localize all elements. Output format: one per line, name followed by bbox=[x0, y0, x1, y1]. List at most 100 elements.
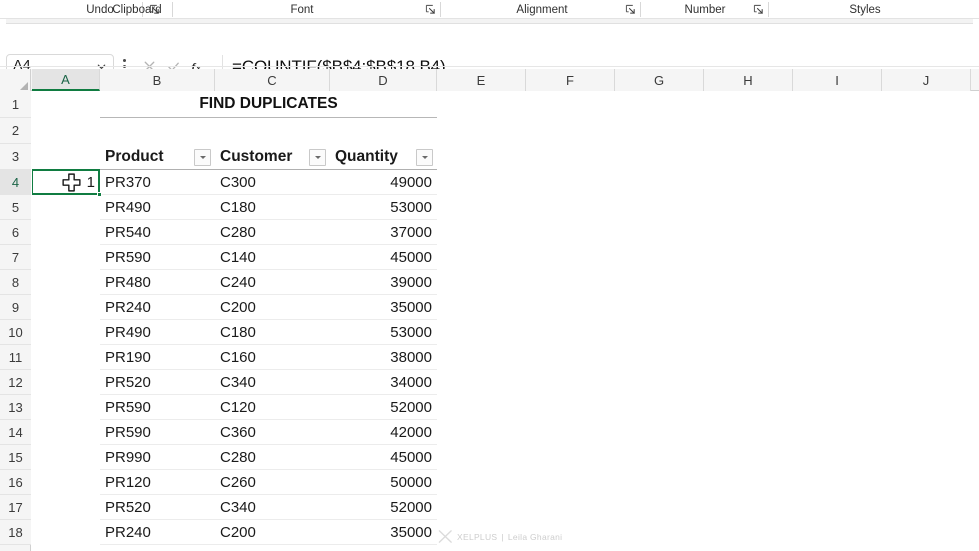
product-cell[interactable]: PR490 bbox=[100, 320, 215, 345]
xelplus-x-logo-icon bbox=[438, 530, 452, 543]
customer-cell[interactable]: C280 bbox=[215, 220, 330, 245]
quantity-cell[interactable]: 39000 bbox=[330, 270, 437, 295]
dialog-launcher-icon[interactable] bbox=[149, 4, 160, 15]
row-header-2[interactable]: 2 bbox=[0, 118, 31, 144]
dialog-launcher-icon[interactable] bbox=[753, 4, 764, 15]
fill-handle[interactable] bbox=[97, 192, 102, 197]
row-header-16[interactable]: 16 bbox=[0, 470, 31, 495]
column-header-J[interactable]: J bbox=[882, 69, 971, 91]
table-header-cell: Product bbox=[105, 148, 164, 165]
column-header-H[interactable]: H bbox=[704, 69, 793, 91]
customer-cell[interactable]: C180 bbox=[215, 320, 330, 345]
quantity-cell[interactable]: 45000 bbox=[330, 245, 437, 270]
quantity-cell[interactable]: 38000 bbox=[330, 345, 437, 370]
quantity-cell[interactable]: 53000 bbox=[330, 195, 437, 220]
customer-cell[interactable]: C260 bbox=[215, 470, 330, 495]
column-header-A[interactable]: A bbox=[32, 69, 100, 91]
quantity-cell[interactable]: 37000 bbox=[330, 220, 437, 245]
row-header-label: 10 bbox=[8, 324, 23, 340]
customer-cell[interactable]: C200 bbox=[215, 295, 330, 320]
quantity-cell[interactable]: 45000 bbox=[330, 445, 437, 470]
selected-cell-outline[interactable] bbox=[32, 169, 100, 195]
row-header-13[interactable]: 13 bbox=[0, 395, 31, 420]
quantity-cell[interactable]: 35000 bbox=[330, 520, 437, 545]
row-header-6[interactable]: 6 bbox=[0, 220, 31, 245]
customer-cell[interactable]: C120 bbox=[215, 395, 330, 420]
product-cell[interactable]: PR240 bbox=[100, 295, 215, 320]
row-header-5[interactable]: 5 bbox=[0, 195, 31, 220]
product-cell[interactable]: PR190 bbox=[100, 345, 215, 370]
sheet-surface[interactable]: FIND DUPLICATES Product Customer Quantity 1 P… bbox=[32, 91, 979, 551]
quantity-cell[interactable]: 42000 bbox=[330, 420, 437, 445]
column-header-D[interactable]: D bbox=[330, 69, 437, 91]
row-header-3[interactable]: 3 bbox=[0, 144, 31, 170]
table-header-cell: Quantity bbox=[335, 148, 398, 165]
customer-cell[interactable]: C280 bbox=[215, 445, 330, 470]
column-header-F[interactable]: F bbox=[526, 69, 615, 91]
column-header-label: D bbox=[378, 72, 388, 88]
product-cell[interactable]: PR490 bbox=[100, 195, 215, 220]
quantity-cell[interactable]: 49000 bbox=[330, 170, 437, 195]
customer-cell[interactable]: C180 bbox=[215, 195, 330, 220]
customer-cell[interactable]: C140 bbox=[215, 245, 330, 270]
column-header-label: F bbox=[566, 72, 574, 88]
product-cell[interactable]: PR370 bbox=[100, 170, 215, 195]
product-cell[interactable]: PR590 bbox=[100, 395, 215, 420]
row-header-12[interactable]: 12 bbox=[0, 370, 31, 395]
filter-dropdown-icon[interactable] bbox=[194, 148, 211, 166]
quantity-cell[interactable]: 53000 bbox=[330, 320, 437, 345]
column-header-I[interactable]: I bbox=[793, 69, 882, 91]
customer-cell[interactable]: C200 bbox=[215, 520, 330, 545]
row-header-14[interactable]: 14 bbox=[0, 420, 31, 445]
row-header-7[interactable]: 7 bbox=[0, 245, 31, 270]
quantity-cell[interactable]: 50000 bbox=[330, 470, 437, 495]
quantity-cell[interactable]: 52000 bbox=[330, 495, 437, 520]
product-cell[interactable]: PR590 bbox=[100, 245, 215, 270]
filter-dropdown-icon[interactable] bbox=[309, 148, 326, 166]
product-cell[interactable]: PR590 bbox=[100, 420, 215, 445]
dialog-launcher-icon[interactable] bbox=[425, 4, 436, 15]
table-row-rule bbox=[100, 544, 437, 545]
customer-cell[interactable]: C300 bbox=[215, 170, 330, 195]
row-header-18[interactable]: 18 bbox=[0, 520, 31, 545]
product-cell[interactable]: PR520 bbox=[100, 370, 215, 395]
column-header-C[interactable]: C bbox=[215, 69, 330, 91]
row-header-15[interactable]: 15 bbox=[0, 445, 31, 470]
product-cell[interactable]: PR120 bbox=[100, 470, 215, 495]
column-header-B[interactable]: B bbox=[100, 69, 215, 91]
customer-cell[interactable]: C240 bbox=[215, 270, 330, 295]
product-cell[interactable]: PR520 bbox=[100, 495, 215, 520]
quantity-cell[interactable]: 35000 bbox=[330, 295, 437, 320]
row-header-8[interactable]: 8 bbox=[0, 270, 31, 295]
row-header-11[interactable]: 11 bbox=[0, 345, 31, 370]
sheet-title: FIND DUPLICATES bbox=[100, 91, 437, 118]
filter-dropdown-icon[interactable] bbox=[416, 148, 433, 166]
select-all-corner[interactable] bbox=[0, 69, 31, 91]
column-header-G[interactable]: G bbox=[615, 69, 704, 91]
watermark-separator: | bbox=[501, 531, 504, 542]
customer-cell[interactable]: C340 bbox=[215, 495, 330, 520]
row-header-10[interactable]: 10 bbox=[0, 320, 31, 345]
ribbon-group-font: Font bbox=[222, 0, 382, 19]
column-header-E[interactable]: E bbox=[437, 69, 526, 91]
quantity-cell[interactable]: 34000 bbox=[330, 370, 437, 395]
dialog-launcher-icon[interactable] bbox=[625, 4, 636, 15]
product-cell[interactable]: PR990 bbox=[100, 445, 215, 470]
row-header-label: 7 bbox=[11, 249, 20, 265]
row-header-label: 11 bbox=[8, 349, 23, 365]
quantity-cell[interactable]: 52000 bbox=[330, 395, 437, 420]
product-cell[interactable]: PR540 bbox=[100, 220, 215, 245]
ribbon-groups: Undo Clipboard Font Alignment Number Styles bbox=[0, 0, 979, 18]
product-cell[interactable]: PR240 bbox=[100, 520, 215, 545]
row-header-1[interactable]: 1 bbox=[0, 91, 31, 118]
column-headers: A B C D E F G H I J bbox=[0, 69, 979, 91]
row-header-9[interactable]: 9 bbox=[0, 295, 31, 320]
row-header-17[interactable]: 17 bbox=[0, 495, 31, 520]
row-header-label: 14 bbox=[8, 424, 23, 440]
row-headers: 1 2 3 4 5 6 7 8 9 10 11 12 13 14 15 16 17 18 bbox=[0, 91, 31, 551]
customer-cell[interactable]: C160 bbox=[215, 345, 330, 370]
customer-cell[interactable]: C360 bbox=[215, 420, 330, 445]
row-header-4[interactable]: 4 bbox=[0, 170, 31, 195]
product-cell[interactable]: PR480 bbox=[100, 270, 215, 295]
customer-cell[interactable]: C340 bbox=[215, 370, 330, 395]
